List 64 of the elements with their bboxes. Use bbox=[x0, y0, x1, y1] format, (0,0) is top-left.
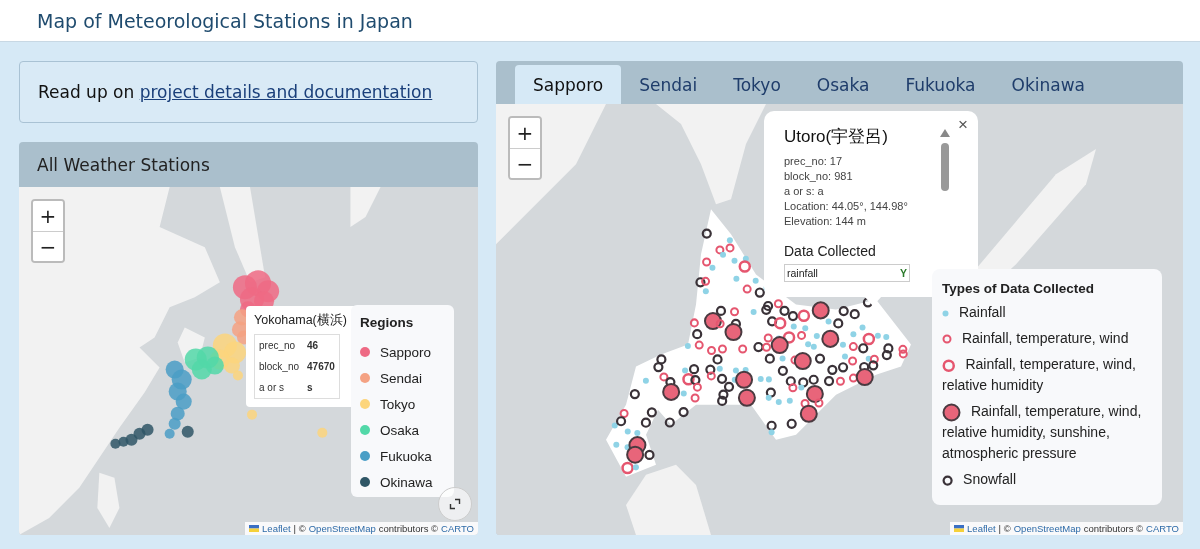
legend-label: Fukuoka bbox=[380, 448, 432, 464]
attribution-text: contributors © bbox=[378, 523, 439, 534]
legend-entry: Snowfall bbox=[942, 469, 1152, 490]
region-tab[interactable]: Fukuoka bbox=[887, 65, 994, 104]
attribution-link[interactable]: Leaflet bbox=[967, 523, 996, 534]
station-detail: prec_no: 17 bbox=[784, 154, 844, 169]
legend-entry: Rainfall bbox=[942, 302, 1152, 323]
marker-icon bbox=[942, 474, 954, 486]
region-tab[interactable]: Osaka bbox=[798, 65, 888, 104]
legend-entry: Rainfall, temperature, wind, relative humidity, sunshine, atmospheric pressure bbox=[942, 401, 1143, 463]
table-cell: prec_no bbox=[254, 334, 304, 356]
intro-text: Read up on project details and documentation bbox=[38, 82, 433, 102]
attribution-link[interactable]: OpenStreetMap bbox=[1013, 523, 1081, 534]
documentation-link[interactable]: project details and documentation bbox=[139, 82, 433, 102]
popup-title: Utoro(宇登呂) bbox=[784, 126, 889, 148]
marker-icon bbox=[942, 358, 956, 373]
marker-icon bbox=[942, 402, 961, 422]
station-detail: Elevation: 144 m bbox=[784, 214, 867, 229]
legend-title: Types of Data Collected bbox=[942, 281, 1096, 296]
data-value: Y bbox=[900, 267, 907, 279]
zoom-in-button[interactable]: + bbox=[510, 118, 540, 148]
legend-entry: Rainfall, temperature, wind bbox=[942, 328, 1152, 349]
station-detail: block_no: 981 bbox=[784, 169, 854, 184]
zoom-in-button[interactable]: + bbox=[33, 201, 63, 231]
station-detail: Location: 44.05°, 144.98° bbox=[784, 199, 909, 214]
region-tab[interactable]: Okinawa bbox=[993, 65, 1103, 104]
attribution-text: | © bbox=[998, 523, 1011, 534]
page-title: Map of Meteorological Stations in Japan bbox=[37, 9, 413, 32]
legend-label: Tokyo bbox=[380, 396, 416, 412]
table-cell: block_no bbox=[254, 356, 304, 377]
attribution-link[interactable]: CARTO bbox=[441, 523, 474, 534]
zoom-out-button[interactable]: − bbox=[33, 231, 63, 261]
panel-title: All Weather Stations bbox=[37, 154, 210, 175]
attribution-text: | © bbox=[293, 523, 306, 534]
region-tab[interactable]: Sendai bbox=[621, 65, 716, 104]
popup-title: Yokohama(横浜) bbox=[254, 312, 348, 329]
flag-icon bbox=[954, 525, 965, 532]
marker-icon bbox=[942, 334, 952, 345]
station-detail: a or s: a bbox=[784, 184, 825, 199]
section-title: Data Collected bbox=[784, 243, 877, 259]
close-button[interactable]: × bbox=[954, 115, 972, 135]
legend-label: Sapporo bbox=[380, 344, 432, 360]
fullscreen-icon bbox=[449, 498, 461, 510]
attribution-link[interactable]: OpenStreetMap bbox=[308, 523, 376, 534]
legend-label: Osaka bbox=[380, 422, 420, 438]
table-cell: 47670 bbox=[303, 356, 340, 377]
flag-icon bbox=[249, 525, 260, 532]
attribution-text: contributors © bbox=[1083, 523, 1144, 534]
table-cell: s bbox=[303, 377, 340, 399]
region-tab[interactable]: Tokyo bbox=[715, 65, 799, 104]
fullscreen-button[interactable] bbox=[438, 487, 472, 521]
table-cell: 46 bbox=[303, 334, 340, 356]
attribution-link[interactable]: CARTO bbox=[1146, 523, 1179, 534]
scrollbar[interactable] bbox=[940, 129, 950, 193]
table-cell: a or s bbox=[254, 377, 304, 399]
marker-icon bbox=[942, 309, 949, 317]
legend-label: Okinawa bbox=[380, 474, 433, 490]
legend-label: Sendai bbox=[380, 370, 423, 386]
legend-entry: Rainfall, temperature, wind, relative humidity bbox=[942, 355, 1137, 395]
region-tab[interactable]: Sapporo bbox=[515, 65, 622, 104]
attribution-link[interactable]: Leaflet bbox=[262, 523, 291, 534]
data-label: rainfall bbox=[787, 267, 818, 279]
legend-title: Regions bbox=[360, 315, 415, 330]
zoom-out-button[interactable]: − bbox=[510, 148, 540, 178]
